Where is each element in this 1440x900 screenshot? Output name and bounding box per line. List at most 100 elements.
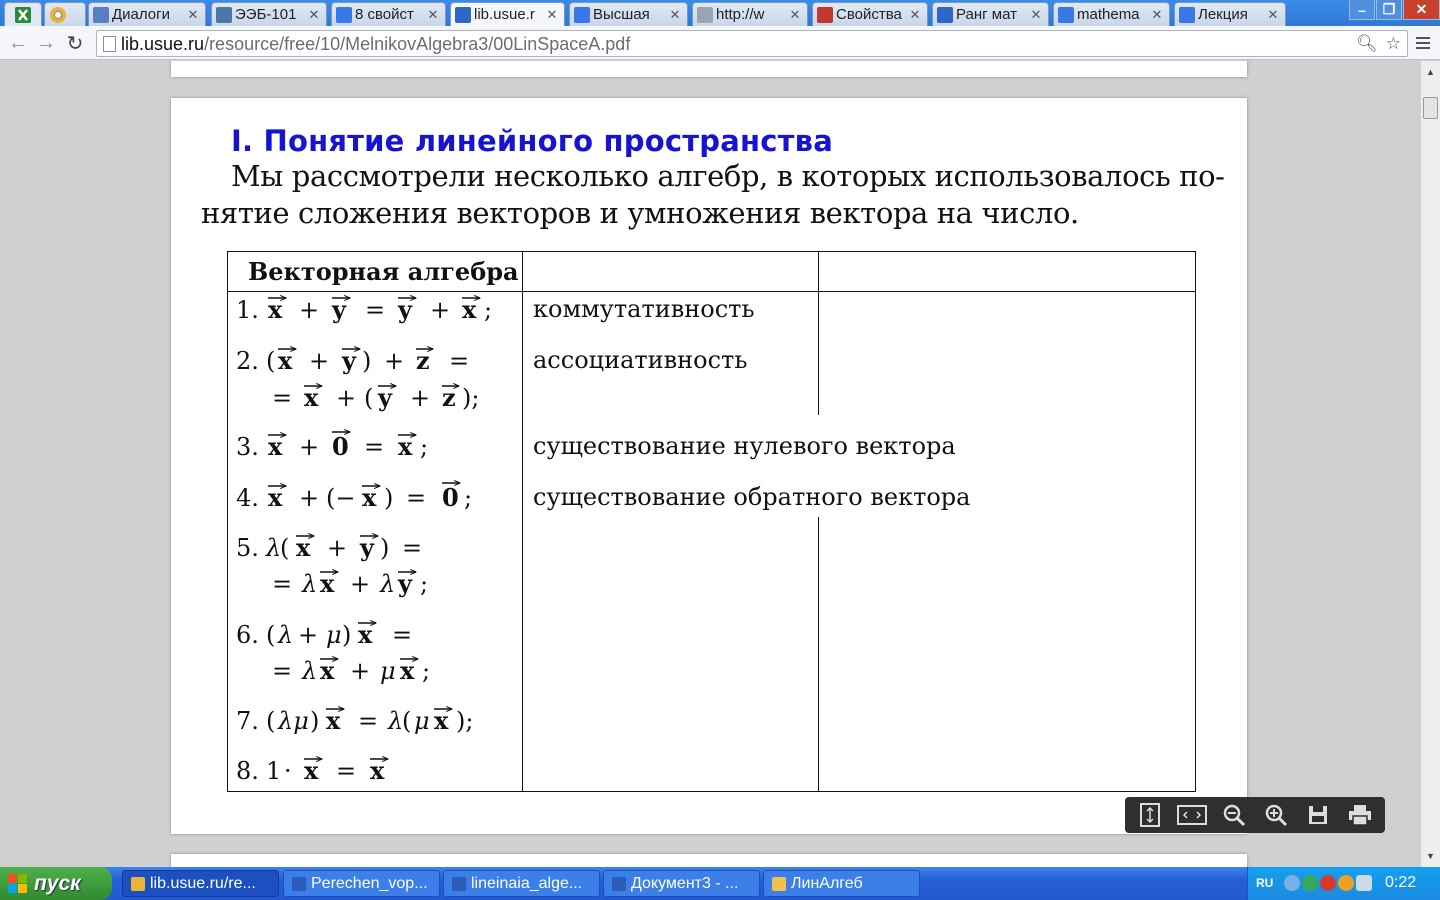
svg-text:+: + xyxy=(336,384,356,412)
back-button[interactable]: ← xyxy=(6,31,30,55)
svg-text:+: + xyxy=(410,384,430,412)
tab-close-icon[interactable]: ✕ xyxy=(1028,7,1044,23)
close-window-button[interactable]: ✕ xyxy=(1403,0,1440,20)
fit-width-button[interactable] xyxy=(1174,800,1210,830)
print-icon xyxy=(1349,805,1371,826)
tab-close-icon[interactable]: ✕ xyxy=(306,7,322,23)
taskbar-item[interactable]: Perechen_vop... xyxy=(283,870,440,897)
pdf-page-previous xyxy=(171,61,1247,77)
scroll-thumb[interactable] xyxy=(1423,97,1438,119)
app-menu-icon[interactable] xyxy=(4,2,42,26)
svg-text:μ: μ xyxy=(414,707,430,735)
svg-text:+: + xyxy=(430,296,450,324)
axiom-3: 3. x + 0 = x ; xyxy=(236,432,428,461)
taskbar-item[interactable]: lineinaia_alge... xyxy=(443,870,600,897)
browser-tab[interactable]: Высшая ✕ xyxy=(569,2,688,26)
fit-page-icon xyxy=(1140,803,1160,827)
browser-tab[interactable]: 8 свойст ✕ xyxy=(331,2,446,26)
zoom-out-button[interactable] xyxy=(1216,800,1252,830)
browser-tab-strip: Диалоги ✕ ЭЭБ-101 ✕ 8 свойст ✕ lib.usue.r ✕ Высш… xyxy=(0,0,1440,26)
pdf-zoom-toolbar xyxy=(1125,797,1385,833)
property-inverse-vector: существование обратного вектора xyxy=(533,483,971,511)
axiom-6: 6. ( λ + μ ) x = = λ x + μ x ; xyxy=(236,620,430,685)
browser-tab[interactable]: Лекция ✕ xyxy=(1174,2,1286,26)
svg-text:4.: 4. xyxy=(236,484,259,512)
svg-text:(: ( xyxy=(266,707,275,735)
reload-button[interactable]: ↻ xyxy=(63,31,87,55)
zoom-magnifier-icon[interactable]: 🔍︎ xyxy=(1356,34,1378,54)
tab-close-icon[interactable]: ✕ xyxy=(425,7,441,23)
tray-antivirus-icon[interactable] xyxy=(1320,875,1336,891)
tab-close-icon[interactable]: ✕ xyxy=(667,7,683,23)
browser-tab[interactable]: mathema ✕ xyxy=(1053,2,1170,26)
taskbar-item[interactable]: Документ3 - ... xyxy=(603,870,760,897)
tray-network-icon[interactable] xyxy=(1302,875,1318,891)
tab-close-icon[interactable]: ✕ xyxy=(544,7,560,23)
tab-close-icon[interactable]: ✕ xyxy=(907,7,923,23)
browser-tab[interactable]: ЭЭБ-101 ✕ xyxy=(211,2,327,26)
table-col-divider-1 xyxy=(522,252,523,791)
svg-text:=: = xyxy=(365,296,385,324)
save-button[interactable] xyxy=(1300,800,1336,830)
tray-back-icon[interactable] xyxy=(1284,875,1300,891)
taskbar-item[interactable]: lib.usue.ru/re... xyxy=(122,870,279,897)
svg-text:x: x xyxy=(304,383,319,412)
url-host: lib.usue.ru xyxy=(121,34,205,54)
svg-text:x: x xyxy=(398,432,413,461)
folder-icon xyxy=(772,876,786,891)
property-associativity: ассоциативность xyxy=(533,346,748,374)
browser-tab[interactable]: Ранг мат ✕ xyxy=(932,2,1049,26)
forward-button[interactable]: → xyxy=(34,31,58,55)
tab-label: Высшая xyxy=(593,6,650,23)
tab-close-icon[interactable]: ✕ xyxy=(185,7,201,23)
zoom-out-icon xyxy=(1223,804,1246,827)
tray-app-icon[interactable] xyxy=(1338,875,1354,891)
browser-tab[interactable]: http://w ✕ xyxy=(692,2,808,26)
browser-tab[interactable]: Свойства ✕ xyxy=(812,2,928,26)
forward-arrow-icon: → xyxy=(36,31,56,54)
start-button[interactable]: пуск xyxy=(0,867,112,900)
browser-tab[interactable]: Диалоги ✕ xyxy=(88,2,206,26)
svg-text:): ) xyxy=(342,621,351,649)
maximize-button[interactable]: ❐ xyxy=(1376,0,1402,20)
tab-close-icon[interactable]: ✕ xyxy=(1149,7,1165,23)
pdf-page: I. Понятие линейного пространства Мы рас… xyxy=(171,98,1247,834)
address-bar[interactable]: lib.usue.ru/resource/free/10/MelnikovAlg… xyxy=(96,30,1408,57)
tab-label: Свойства xyxy=(836,6,902,23)
svg-text:;: ; xyxy=(464,484,472,512)
taskbar-item[interactable]: ЛинАлгеб xyxy=(763,870,920,897)
zoom-in-button[interactable] xyxy=(1258,800,1294,830)
svg-text:x: x xyxy=(268,432,283,461)
bookmark-star-icon[interactable]: ☆ xyxy=(1386,34,1401,54)
tab-close-icon[interactable]: ✕ xyxy=(1265,7,1281,23)
vk-icon xyxy=(216,6,232,23)
browser-tab[interactable]: lib.usue.r ✕ xyxy=(450,2,565,26)
svg-text:1: 1 xyxy=(266,757,281,785)
property-commutativity: коммутативность xyxy=(533,295,755,323)
svg-text:+: + xyxy=(384,347,404,375)
taskbar-item-label: ЛинАлгеб xyxy=(791,874,863,892)
print-button[interactable] xyxy=(1342,800,1378,830)
word-document-icon xyxy=(292,876,306,891)
svg-text:8.: 8. xyxy=(236,757,259,785)
tab-close-icon[interactable]: ✕ xyxy=(787,7,803,23)
minimize-button[interactable]: – xyxy=(1349,0,1375,20)
svg-text:3.: 3. xyxy=(236,433,259,461)
svg-text:6.: 6. xyxy=(236,621,259,649)
vertical-scrollbar[interactable]: ▲ ▼ xyxy=(1420,61,1440,867)
menu-icon[interactable] xyxy=(1412,31,1434,55)
pdf-viewport: I. Понятие линейного пространства Мы рас… xyxy=(0,61,1420,867)
scroll-up-arrow-icon[interactable]: ▲ xyxy=(1421,63,1440,81)
vector-algebra-table: Векторная алгебра 1. x + y = y + x ; 2. … xyxy=(227,251,1196,792)
clock[interactable]: 0:22 xyxy=(1385,874,1416,892)
page-icon xyxy=(697,6,713,23)
svg-text:λ: λ xyxy=(387,707,403,735)
tab-pinned[interactable] xyxy=(44,2,86,26)
paragraph-line-1: Мы рассмотрели несколько алгебр, в котор… xyxy=(231,159,1225,193)
fit-page-button[interactable] xyxy=(1132,800,1168,830)
svg-text:y: y xyxy=(397,295,413,324)
scroll-down-arrow-icon[interactable]: ▼ xyxy=(1421,847,1440,865)
svg-text:5.: 5. xyxy=(236,534,259,562)
tray-keyboard-icon[interactable] xyxy=(1356,875,1372,891)
language-indicator[interactable]: RU xyxy=(1256,876,1273,890)
